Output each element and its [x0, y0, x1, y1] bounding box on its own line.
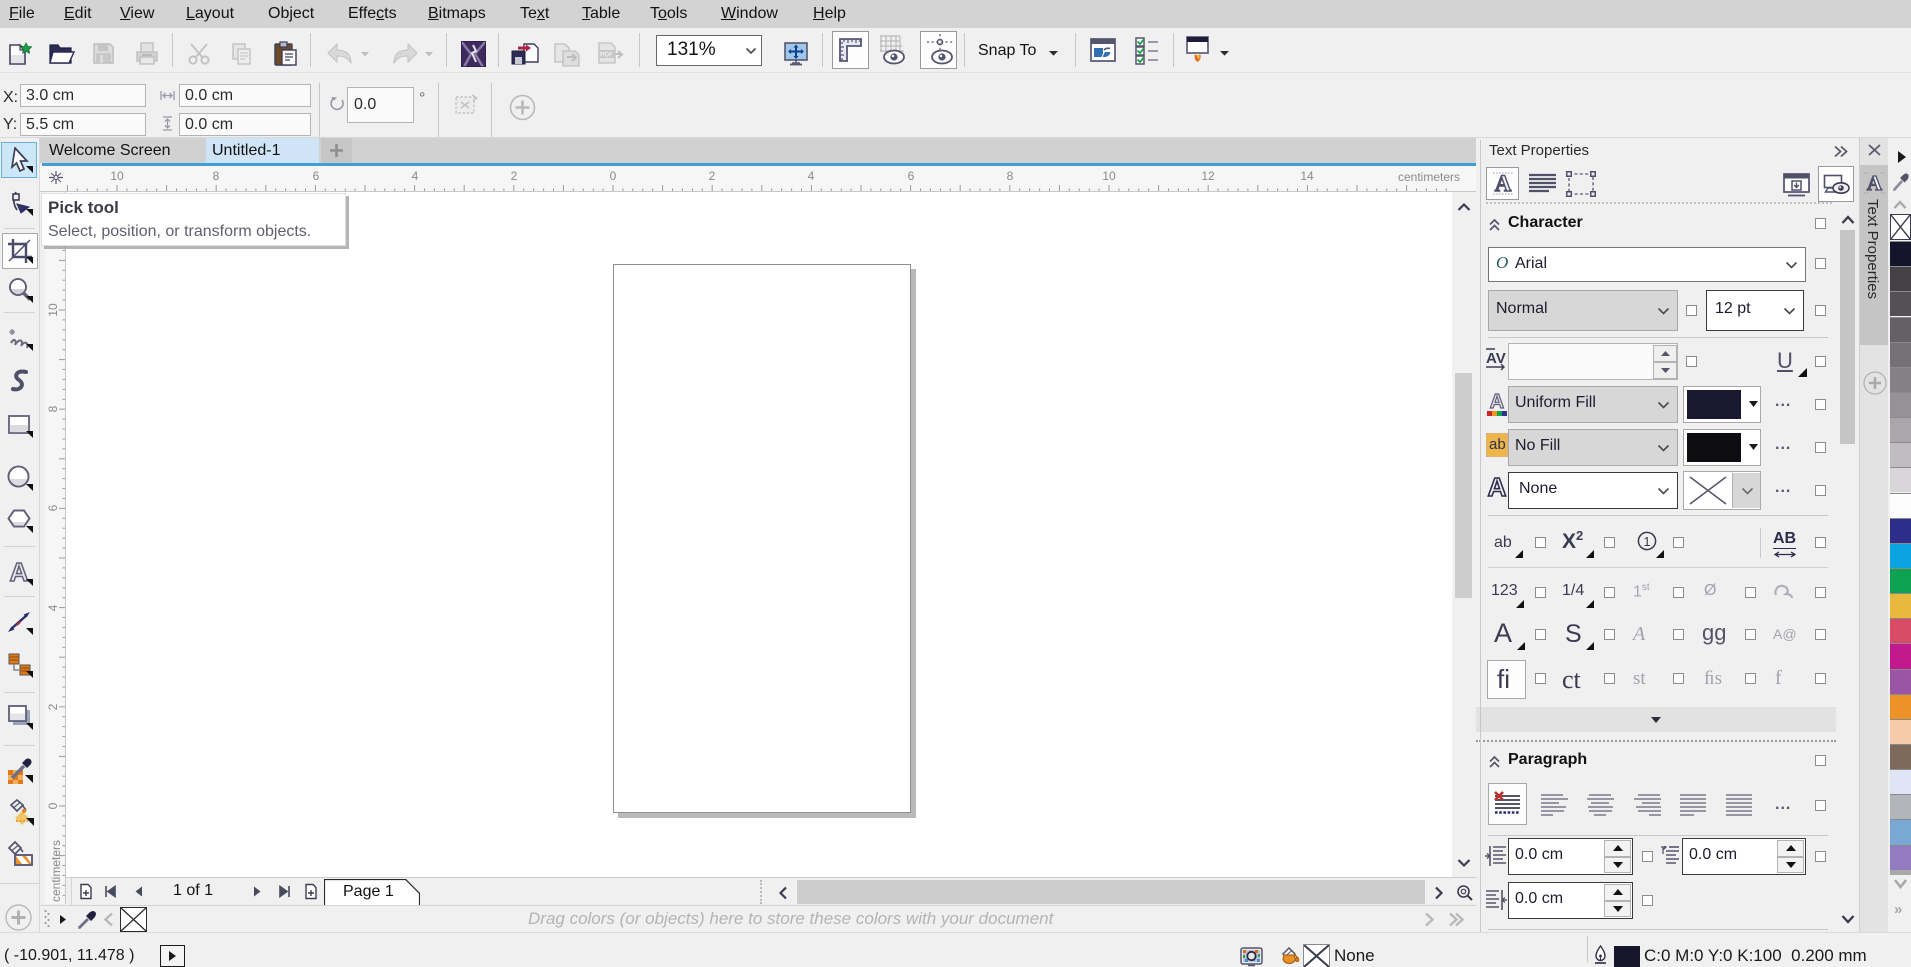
svg-text:A: A	[1488, 472, 1507, 502]
svg-text:A: A	[1867, 171, 1883, 195]
svg-text:A: A	[1495, 171, 1512, 196]
svg-text:A: A	[1490, 391, 1504, 413]
svg-text:1: 1	[1643, 534, 1650, 549]
svg-text:PDF: PDF	[600, 52, 613, 59]
svg-text:AV: AV	[1486, 350, 1506, 367]
svg-text:A: A	[10, 560, 29, 586]
